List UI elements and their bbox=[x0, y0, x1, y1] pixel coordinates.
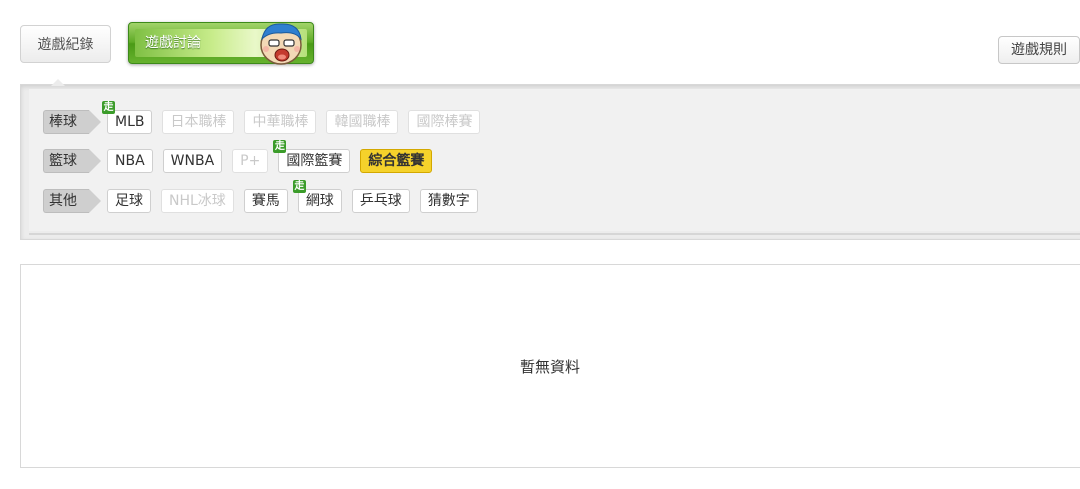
chip-label: 網球 bbox=[305, 193, 334, 209]
chip-label: 國際棒賽 bbox=[416, 114, 473, 130]
category-label: 其他 bbox=[43, 189, 101, 213]
chip-label: 猜數字 bbox=[427, 193, 470, 209]
chip-label: 乒乓球 bbox=[359, 193, 402, 209]
sport-chip-number-guess[interactable]: 猜數字 bbox=[419, 189, 478, 213]
sport-chip-kbo: 韓國職棒 bbox=[326, 110, 399, 134]
chip-label: 韓國職棒 bbox=[334, 114, 391, 130]
live-badge-icon: 走 bbox=[292, 180, 306, 193]
category-label: 棒球 bbox=[43, 110, 101, 134]
empty-state-message: 暫無資料 bbox=[519, 357, 580, 376]
sport-chip-mlb[interactable]: 走 MLB bbox=[102, 101, 153, 134]
live-badge-icon: 走 bbox=[102, 101, 115, 114]
chip-label: 國際籃賽 bbox=[286, 153, 343, 169]
live-badge-icon: 走 bbox=[273, 140, 287, 153]
chip-label: 日本職棒 bbox=[170, 114, 227, 130]
panel-pointer bbox=[51, 79, 65, 86]
baseball-row: 棒球 走 MLB 日本職棒 中華職棒 韓國職棒 國際棒賽 bbox=[43, 101, 490, 135]
sport-chip-tennis[interactable]: 走網球 bbox=[292, 180, 342, 213]
chip-label: NBA bbox=[115, 153, 145, 169]
chip-label: NHL冰球 bbox=[169, 193, 226, 209]
sport-chip-table-tennis[interactable]: 乒乓球 bbox=[351, 189, 410, 213]
chip-label: 足球 bbox=[115, 193, 143, 209]
other-sports-row: 其他 足球 NHL冰球 賽馬 走網球 乒乓球 猜數字 bbox=[43, 180, 488, 214]
chip-label: MLB bbox=[115, 114, 145, 130]
sport-chip-nba[interactable]: NBA bbox=[107, 149, 153, 173]
discussion-content-area: 暫無資料 bbox=[20, 264, 1080, 468]
sport-chip-npb: 日本職棒 bbox=[162, 110, 235, 134]
sport-chip-cpbl: 中華職棒 bbox=[244, 110, 317, 134]
chip-label: 中華職棒 bbox=[252, 114, 309, 130]
sport-filter-panel: 棒球 走 MLB 日本職棒 中華職棒 韓國職棒 國際棒賽 籃球 NBA WNBA … bbox=[20, 79, 1080, 240]
game-rules-button[interactable]: 遊戲規則 bbox=[998, 36, 1080, 64]
chip-label: 綜合籃賽 bbox=[368, 153, 425, 169]
chip-label: P+ bbox=[240, 153, 261, 169]
panel-divider bbox=[29, 233, 1080, 235]
sport-chip-nhl: NHL冰球 bbox=[161, 189, 234, 213]
chip-label: WNBA bbox=[170, 153, 215, 169]
category-label: 籃球 bbox=[43, 149, 101, 173]
sport-chip-intl-baseball: 國際棒賽 bbox=[408, 110, 481, 134]
tab-discussion-label: 遊戲討論 bbox=[145, 35, 201, 51]
sport-chip-horse-racing[interactable]: 賽馬 bbox=[243, 189, 288, 213]
sport-chip-soccer[interactable]: 足球 bbox=[107, 189, 151, 213]
basketball-row: 籃球 NBA WNBA P+ 走國際籃賽 綜合籃賽 bbox=[43, 140, 442, 174]
tab-game-discussion[interactable]: 遊戲討論 bbox=[128, 22, 314, 65]
mascot-icon bbox=[260, 23, 302, 65]
chip-label: 賽馬 bbox=[251, 193, 280, 209]
sport-chip-wnba[interactable]: WNBA bbox=[162, 149, 223, 173]
sport-chip-mixed-basketball[interactable]: 綜合籃賽 bbox=[360, 149, 433, 173]
sport-chip-pplus: P+ bbox=[232, 149, 269, 173]
sport-chip-intl-basketball[interactable]: 走國際籃賽 bbox=[273, 140, 351, 173]
tab-game-record[interactable]: 遊戲紀錄 bbox=[20, 25, 111, 63]
